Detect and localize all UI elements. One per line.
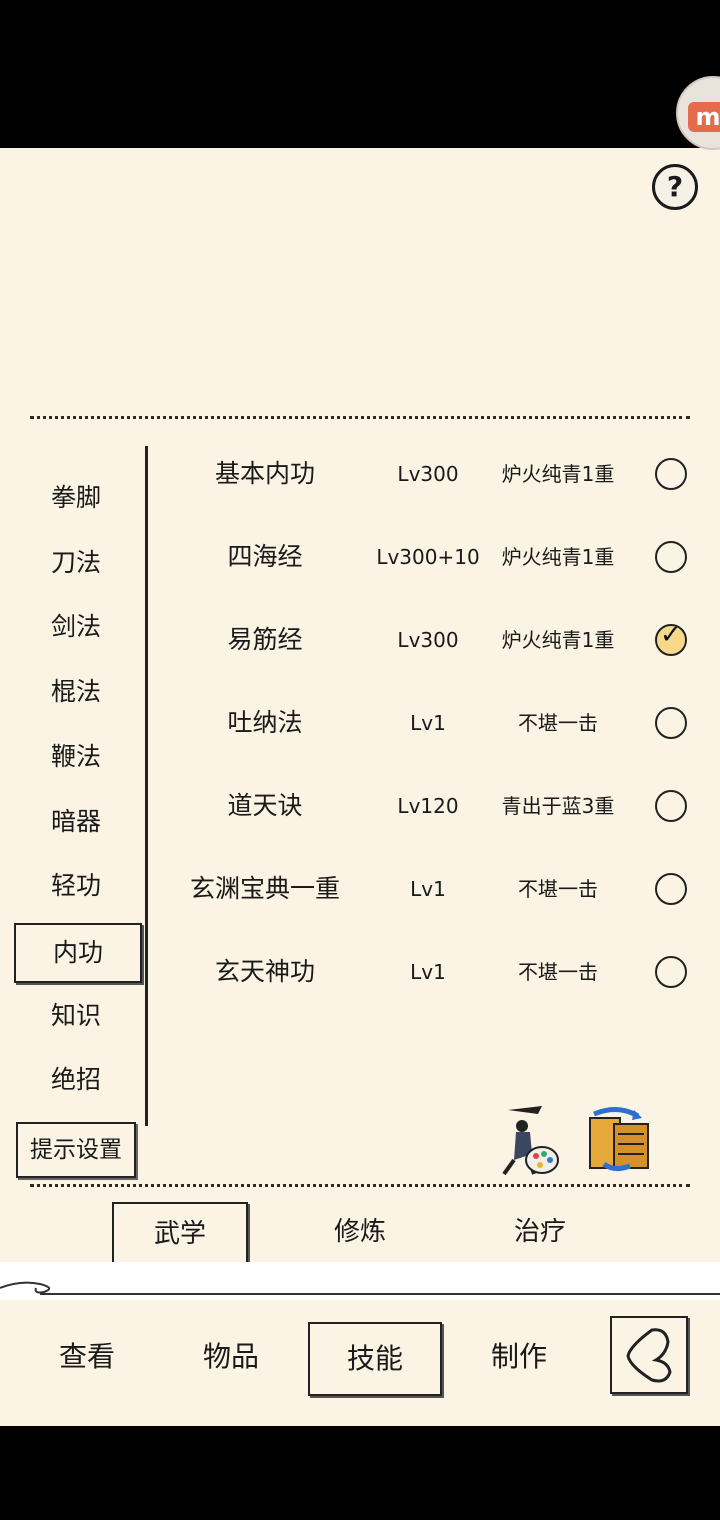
swap-button[interactable] <box>584 1104 654 1174</box>
wave-separator <box>0 1262 720 1300</box>
skill-level: Lv1 <box>410 960 446 984</box>
skill-grade: 不堪一击 <box>518 711 598 735</box>
back-button[interactable] <box>610 1316 688 1394</box>
skill-name: 基本内功 <box>214 459 315 488</box>
skill-row[interactable]: 道天诀 Lv120 青出于蓝3重 <box>150 776 710 836</box>
back-arrow-icon <box>626 1328 672 1383</box>
sidebar-item[interactable]: 暗器 <box>14 794 138 850</box>
nav-tab[interactable]: 查看 <box>22 1322 152 1392</box>
skill-grade: 不堪一击 <box>518 960 598 984</box>
skill-row[interactable]: 玄天神功 Lv1 不堪一击 <box>150 942 710 1002</box>
skill-select-radio[interactable] <box>655 541 687 573</box>
skill-row[interactable]: 吐纳法 Lv1 不堪一击 <box>150 693 710 753</box>
hint-settings-button[interactable]: 提示设置 <box>16 1122 136 1178</box>
skill-grade: 炉火纯青1重 <box>501 462 615 486</box>
skill-row[interactable]: 易筋经 Lv300 炉火纯青1重 ✓ <box>150 610 710 670</box>
help-button[interactable]: ? <box>652 164 698 210</box>
skill-level: Lv300+10 <box>376 545 480 569</box>
skill-select-radio[interactable] <box>655 707 687 739</box>
skill-name: 玄天神功 <box>214 957 315 986</box>
style-select-button[interactable] <box>494 1104 562 1178</box>
skill-row[interactable]: 基本内功 Lv300 炉火纯青1重 <box>150 444 710 504</box>
skill-name: 四海经 <box>227 542 303 571</box>
sidebar-item[interactable]: 绝招 <box>14 1052 138 1108</box>
skill-grade: 不堪一击 <box>518 877 598 901</box>
bottom-divider <box>30 1184 690 1187</box>
sidebar-item[interactable]: 拳脚 <box>14 470 138 526</box>
top-divider <box>30 416 690 419</box>
sub-tab[interactable]: 治疗 <box>474 1202 606 1262</box>
skill-select-radio[interactable] <box>655 956 687 988</box>
skill-name: 易筋经 <box>227 625 303 654</box>
sidebar-item[interactable]: 内功 <box>14 922 142 983</box>
skill-row[interactable]: 玄渊宝典一重 Lv1 不堪一击 <box>150 859 710 919</box>
sidebar-item[interactable]: 棍法 <box>14 664 138 720</box>
skill-name: 玄渊宝典一重 <box>189 874 340 903</box>
nav-tab[interactable]: 物品 <box>166 1322 296 1392</box>
skill-grade: 炉火纯青1重 <box>501 628 615 652</box>
skill-select-radio[interactable] <box>655 790 687 822</box>
skill-level: Lv1 <box>410 877 446 901</box>
wave-decoration <box>0 1281 720 1295</box>
sidebar-divider <box>145 446 148 1126</box>
skill-name: 道天诀 <box>227 791 303 820</box>
question-icon: ? <box>666 170 684 203</box>
skill-grade: 炉火纯青1重 <box>501 545 615 569</box>
warrior-palette-icon <box>502 1106 559 1176</box>
sidebar-item[interactable]: 鞭法 <box>14 729 138 785</box>
sidebar-item[interactable]: 轻功 <box>14 858 138 914</box>
skill-select-radio[interactable]: ✓ <box>655 620 687 656</box>
skill-row[interactable]: 四海经 Lv300+10 炉火纯青1重 <box>150 527 710 587</box>
nav-tab[interactable]: 技能 <box>308 1322 442 1396</box>
sidebar-item[interactable]: 知识 <box>14 988 138 1044</box>
skill-level: Lv300 <box>397 462 459 486</box>
sidebar-item[interactable]: 刀法 <box>14 535 138 591</box>
sub-tab[interactable]: 修炼 <box>294 1202 426 1262</box>
scroll-swap-icon <box>589 1107 649 1172</box>
skill-grade: 青出于蓝3重 <box>501 794 615 818</box>
sub-tab[interactable]: 武学 <box>112 1202 248 1266</box>
skill-select-radio[interactable] <box>655 458 687 490</box>
skill-level: Lv120 <box>397 794 459 818</box>
skill-select-radio[interactable] <box>655 873 687 905</box>
nav-tab[interactable]: 制作 <box>454 1322 584 1392</box>
skill-level: Lv300 <box>397 628 459 652</box>
floating-app-badge[interactable]: m <box>676 76 720 150</box>
skill-level: Lv1 <box>410 711 446 735</box>
skill-name: 吐纳法 <box>227 708 303 737</box>
floating-badge-label: m <box>688 102 720 132</box>
sidebar-item[interactable]: 剑法 <box>14 599 138 655</box>
check-icon: ✓ <box>660 620 682 650</box>
